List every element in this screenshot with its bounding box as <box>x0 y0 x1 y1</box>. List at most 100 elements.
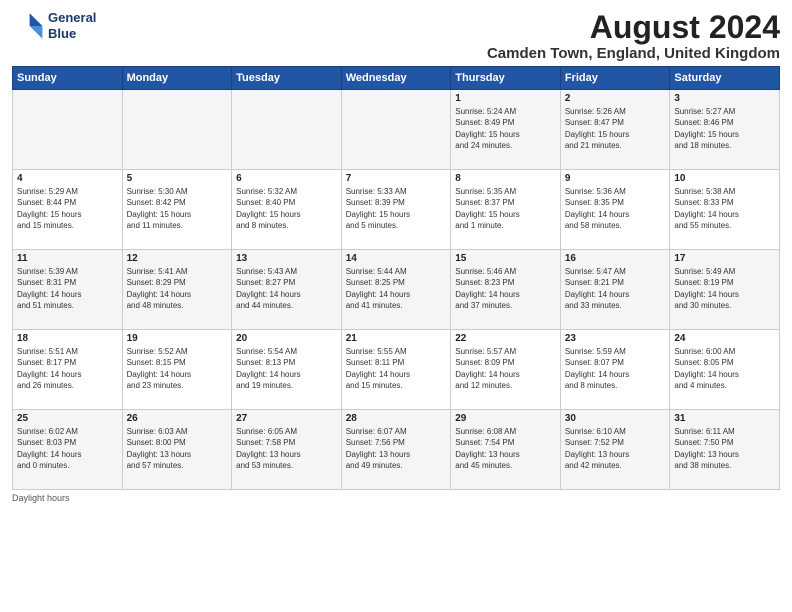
day-number: 24 <box>674 333 775 344</box>
week-row-3: 11Sunrise: 5:39 AMSunset: 8:31 PMDayligh… <box>13 250 780 330</box>
day-cell: 23 Sunrise: 5:59 AMSunset: 8:07 PMDayligh… <box>560 330 670 410</box>
column-header-monday: Monday <box>122 67 232 90</box>
day-number: 27 <box>236 413 337 424</box>
day-cell: 20 Sunrise: 5:54 AMSunset: 8:13 PMDayligh… <box>232 330 342 410</box>
day-cell: 9 Sunrise: 5:36 AMSunset: 8:35 PMDaylight… <box>560 170 670 250</box>
day-cell: 17 Sunrise: 5:49 AMSunset: 8:19 PMDayligh… <box>670 250 780 330</box>
day-cell: 11Sunrise: 5:39 AMSunset: 8:31 PMDayligh… <box>13 250 123 330</box>
day-number: 11 <box>17 253 118 264</box>
day-number: 5 <box>127 173 228 184</box>
day-number: 30 <box>565 413 666 424</box>
day-info: Sunrise: 5:55 AMSunset: 8:11 PMDaylight:… <box>346 346 447 391</box>
day-cell: 15 Sunrise: 5:46 AMSunset: 8:23 PMDayligh… <box>451 250 561 330</box>
day-cell <box>122 90 232 170</box>
calendar-table: SundayMondayTuesdayWednesdayThursdayFrid… <box>12 66 780 490</box>
day-info: Sunrise: 5:29 AMSunset: 8:44 PMDaylight:… <box>17 186 118 231</box>
day-cell: 1Sunrise: 5:24 AMSunset: 8:49 PMDaylight… <box>451 90 561 170</box>
day-cell: 22 Sunrise: 5:57 AMSunset: 8:09 PMDayligh… <box>451 330 561 410</box>
day-number: 17 <box>674 253 775 264</box>
day-info: Sunrise: 5:59 AMSunset: 8:07 PMDaylight:… <box>565 346 666 391</box>
day-info: Sunrise: 5:57 AMSunset: 8:09 PMDaylight:… <box>455 346 556 391</box>
day-info: Sunrise: 5:43 AMSunset: 8:27 PMDaylight:… <box>236 266 337 311</box>
day-number: 2 <box>565 93 666 104</box>
day-info: Sunrise: 6:08 AMSunset: 7:54 PMDaylight:… <box>455 426 556 471</box>
location-title: Camden Town, England, United Kingdom <box>487 45 780 62</box>
day-number: 28 <box>346 413 447 424</box>
day-cell: 2 Sunrise: 5:26 AMSunset: 8:47 PMDaylight… <box>560 90 670 170</box>
day-number: 8 <box>455 173 556 184</box>
day-info: Sunrise: 6:05 AMSunset: 7:58 PMDaylight:… <box>236 426 337 471</box>
main-container: General Blue August 2024 Camden Town, En… <box>0 0 792 511</box>
day-number: 21 <box>346 333 447 344</box>
month-title: August 2024 <box>487 10 780 45</box>
day-number: 13 <box>236 253 337 264</box>
day-number: 15 <box>455 253 556 264</box>
day-info: Sunrise: 6:10 AMSunset: 7:52 PMDaylight:… <box>565 426 666 471</box>
day-info: Sunrise: 5:38 AMSunset: 8:33 PMDaylight:… <box>674 186 775 231</box>
day-number: 9 <box>565 173 666 184</box>
day-info: Sunrise: 5:52 AMSunset: 8:15 PMDaylight:… <box>127 346 228 391</box>
day-cell: 4 Sunrise: 5:29 AMSunset: 8:44 PMDaylight… <box>13 170 123 250</box>
day-info: Sunrise: 5:47 AMSunset: 8:21 PMDaylight:… <box>565 266 666 311</box>
day-number: 19 <box>127 333 228 344</box>
day-number: 18 <box>17 333 118 344</box>
day-info: Sunrise: 5:30 AMSunset: 8:42 PMDaylight:… <box>127 186 228 231</box>
day-cell: 16 Sunrise: 5:47 AMSunset: 8:21 PMDayligh… <box>560 250 670 330</box>
day-info: Sunrise: 5:51 AMSunset: 8:17 PMDaylight:… <box>17 346 118 391</box>
day-cell: 12Sunrise: 5:41 AMSunset: 8:29 PMDayligh… <box>122 250 232 330</box>
week-row-2: 4 Sunrise: 5:29 AMSunset: 8:44 PMDaylight… <box>13 170 780 250</box>
day-info: Sunrise: 5:54 AMSunset: 8:13 PMDaylight:… <box>236 346 337 391</box>
day-cell: 18 Sunrise: 5:51 AMSunset: 8:17 PMDayligh… <box>13 330 123 410</box>
day-cell: 30 Sunrise: 6:10 AMSunset: 7:52 PMDayligh… <box>560 410 670 490</box>
week-row-4: 18 Sunrise: 5:51 AMSunset: 8:17 PMDayligh… <box>13 330 780 410</box>
day-cell: 3Sunrise: 5:27 AMSunset: 8:46 PMDaylight… <box>670 90 780 170</box>
column-header-saturday: Saturday <box>670 67 780 90</box>
day-cell: 26Sunrise: 6:03 AMSunset: 8:00 PMDayligh… <box>122 410 232 490</box>
day-info: Sunrise: 5:24 AMSunset: 8:49 PMDaylight:… <box>455 106 556 151</box>
day-cell: 6Sunrise: 5:32 AMSunset: 8:40 PMDaylight… <box>232 170 342 250</box>
day-cell: 13 Sunrise: 5:43 AMSunset: 8:27 PMDayligh… <box>232 250 342 330</box>
day-number: 29 <box>455 413 556 424</box>
day-info: Sunrise: 6:11 AMSunset: 7:50 PMDaylight:… <box>674 426 775 471</box>
day-cell: 31 Sunrise: 6:11 AMSunset: 7:50 PMDayligh… <box>670 410 780 490</box>
day-number: 25 <box>17 413 118 424</box>
day-cell: 25 Sunrise: 6:02 AMSunset: 8:03 PMDayligh… <box>13 410 123 490</box>
day-cell <box>13 90 123 170</box>
column-header-wednesday: Wednesday <box>341 67 451 90</box>
column-header-sunday: Sunday <box>13 67 123 90</box>
day-info: Sunrise: 5:26 AMSunset: 8:47 PMDaylight:… <box>565 106 666 151</box>
day-number: 26 <box>127 413 228 424</box>
day-cell <box>341 90 451 170</box>
day-cell: 14Sunrise: 5:44 AMSunset: 8:25 PMDayligh… <box>341 250 451 330</box>
logo-text: General Blue <box>48 10 96 41</box>
day-number: 22 <box>455 333 556 344</box>
day-info: Sunrise: 5:36 AMSunset: 8:35 PMDaylight:… <box>565 186 666 231</box>
day-cell: 24Sunrise: 6:00 AMSunset: 8:05 PMDayligh… <box>670 330 780 410</box>
day-cell: 5 Sunrise: 5:30 AMSunset: 8:42 PMDaylight… <box>122 170 232 250</box>
day-number: 31 <box>674 413 775 424</box>
day-number: 3 <box>674 93 775 104</box>
header: General Blue August 2024 Camden Town, En… <box>12 10 780 62</box>
day-number: 23 <box>565 333 666 344</box>
logo-icon <box>12 10 44 42</box>
day-cell: 8Sunrise: 5:35 AMSunset: 8:37 PMDaylight… <box>451 170 561 250</box>
day-info: Sunrise: 5:32 AMSunset: 8:40 PMDaylight:… <box>236 186 337 231</box>
day-info: Sunrise: 6:02 AMSunset: 8:03 PMDaylight:… <box>17 426 118 471</box>
day-number: 16 <box>565 253 666 264</box>
day-cell: 28 Sunrise: 6:07 AMSunset: 7:56 PMDayligh… <box>341 410 451 490</box>
day-info: Sunrise: 5:41 AMSunset: 8:29 PMDaylight:… <box>127 266 228 311</box>
column-header-tuesday: Tuesday <box>232 67 342 90</box>
day-info: Sunrise: 5:46 AMSunset: 8:23 PMDaylight:… <box>455 266 556 311</box>
day-number: 7 <box>346 173 447 184</box>
title-block: August 2024 Camden Town, England, United… <box>487 10 780 62</box>
day-cell: 21 Sunrise: 5:55 AMSunset: 8:11 PMDayligh… <box>341 330 451 410</box>
day-cell: 29 Sunrise: 6:08 AMSunset: 7:54 PMDayligh… <box>451 410 561 490</box>
day-info: Sunrise: 5:49 AMSunset: 8:19 PMDaylight:… <box>674 266 775 311</box>
day-cell: 7Sunrise: 5:33 AMSunset: 8:39 PMDaylight… <box>341 170 451 250</box>
week-row-1: 1Sunrise: 5:24 AMSunset: 8:49 PMDaylight… <box>13 90 780 170</box>
week-row-5: 25 Sunrise: 6:02 AMSunset: 8:03 PMDayligh… <box>13 410 780 490</box>
day-number: 20 <box>236 333 337 344</box>
day-number: 4 <box>17 173 118 184</box>
day-info: Sunrise: 6:07 AMSunset: 7:56 PMDaylight:… <box>346 426 447 471</box>
day-cell: 27 Sunrise: 6:05 AMSunset: 7:58 PMDayligh… <box>232 410 342 490</box>
